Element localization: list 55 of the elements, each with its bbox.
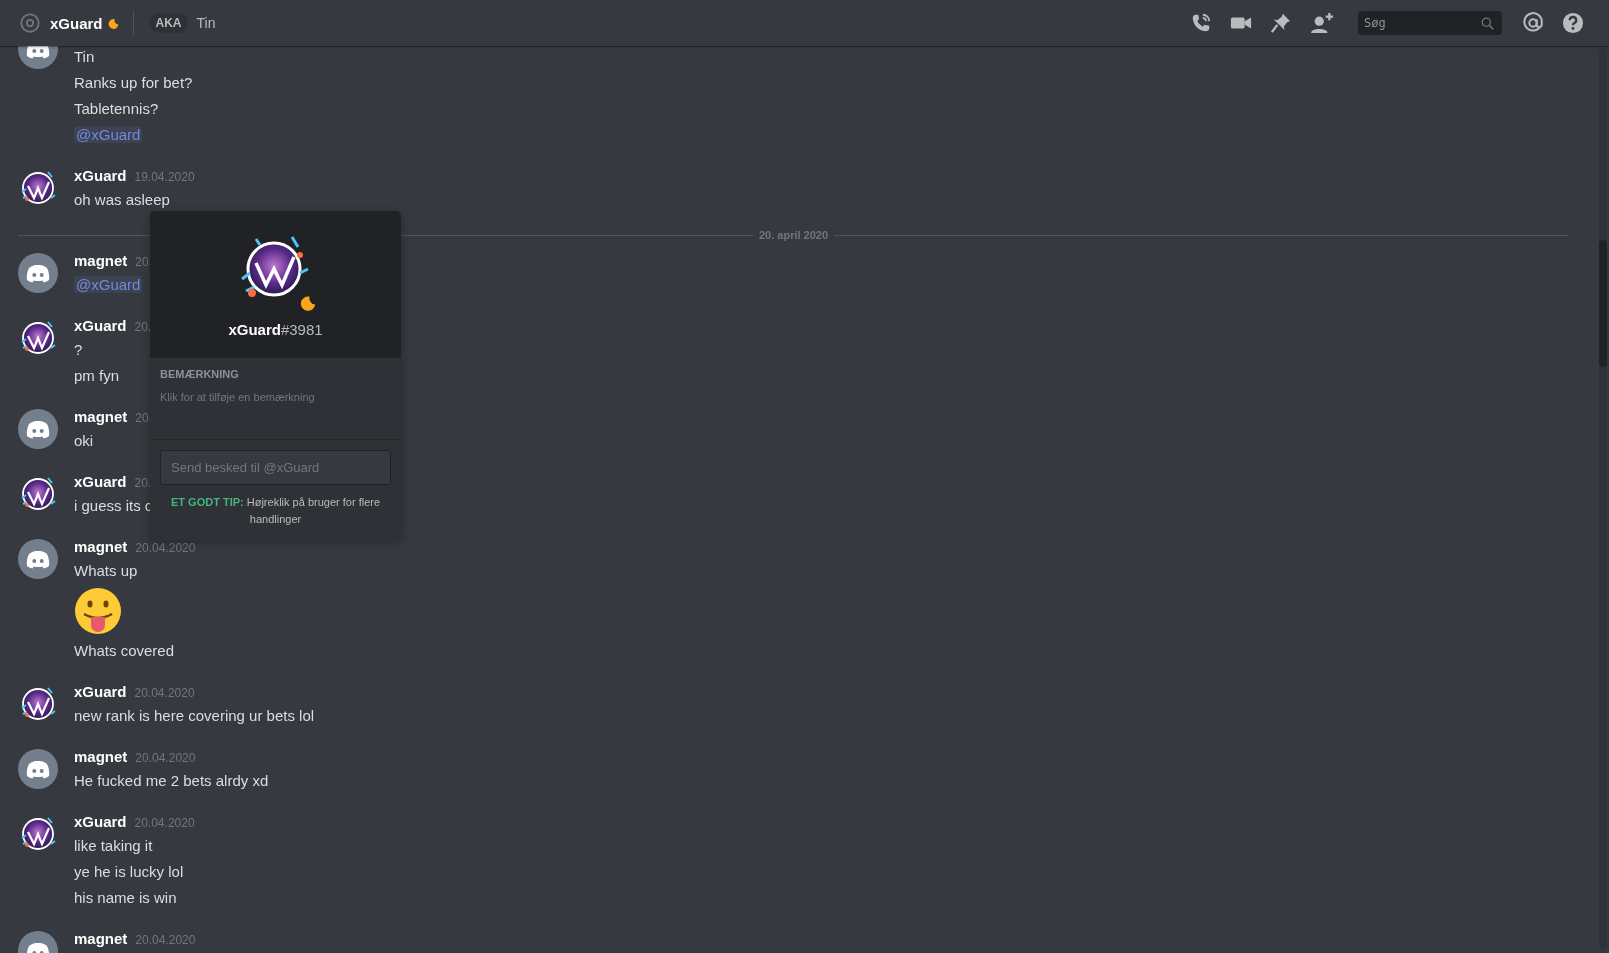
message-text: Ranks up for bet? <box>74 73 193 93</box>
timestamp: 20.04.2020 <box>135 541 196 555</box>
note-label: BEMÆRKNING <box>160 368 240 380</box>
scrollbar[interactable] <box>1599 48 1607 949</box>
tongue-face-emoji-icon <box>74 587 122 635</box>
message-text: his name is win <box>74 888 177 908</box>
add-friend-icon[interactable] <box>1310 12 1334 34</box>
timestamp: 20. <box>135 255 153 269</box>
pin-icon[interactable] <box>1270 12 1292 34</box>
avatar-icon[interactable] <box>18 253 58 293</box>
author-name[interactable]: magnet <box>74 538 128 555</box>
message-text: oh was asleep <box>74 190 170 210</box>
author-name[interactable]: xGuard <box>74 683 127 700</box>
timestamp: 20.04.2020 <box>135 933 196 947</box>
aka-badge: AKA <box>149 13 188 33</box>
avatar-icon[interactable] <box>18 409 58 449</box>
nickname: Tin <box>196 15 216 31</box>
search-icon <box>1481 17 1494 30</box>
author-name[interactable]: xGuard <box>74 813 127 830</box>
mention-icon[interactable] <box>1522 12 1544 34</box>
avatar-icon[interactable] <box>18 539 58 579</box>
timestamp: 20.04.2020 <box>134 686 195 700</box>
author-name[interactable]: magnet <box>74 252 128 269</box>
author-name[interactable]: xGuard <box>74 473 127 490</box>
message-text: Tin <box>74 47 95 67</box>
author-name[interactable]: magnet <box>74 748 128 765</box>
author-name[interactable]: xGuard <box>74 167 127 184</box>
username-tag: xGuard#3981 <box>228 321 323 338</box>
protip-text: ET GODT TIP: Højreklik på bruger for flere handlinger <box>169 495 382 527</box>
help-icon[interactable] <box>1562 12 1584 34</box>
avatar-icon[interactable] <box>18 749 58 789</box>
message-text: new rank is here covering ur bets lol <box>74 706 315 726</box>
date-divider: 20. april 2020 <box>757 228 830 242</box>
message-text: like taking it <box>74 836 153 856</box>
message-text: ? <box>74 340 83 360</box>
author-name[interactable]: magnet <box>74 930 128 947</box>
timestamp: 20. <box>134 476 152 490</box>
message-text: Whats up <box>74 561 138 581</box>
author-name[interactable]: magnet <box>74 408 128 425</box>
message-text: Tabletennis? <box>74 99 159 119</box>
message-input[interactable]: Send besked til @xGuard <box>160 450 391 485</box>
channel-title: xGuard <box>50 14 103 32</box>
message-text: Whats covered <box>74 641 175 661</box>
message-text: pm fyn <box>74 366 119 386</box>
search-field[interactable]: Søg <box>1358 11 1502 35</box>
timestamp: 20. <box>134 320 152 334</box>
timestamp: 19.04.2020 <box>134 170 195 184</box>
author-name[interactable]: xGuard <box>74 317 127 334</box>
message-text: He fucked me 2 bets alrdy xd <box>74 771 269 791</box>
message-text: ye he is lucky lol <box>74 862 184 882</box>
timestamp: 20.04.2020 <box>134 816 195 830</box>
timestamp: 20. <box>135 411 153 425</box>
phone-call-icon[interactable] <box>1190 12 1212 34</box>
message-text: oki <box>74 431 94 451</box>
timestamp: 20.04.2020 <box>135 751 196 765</box>
